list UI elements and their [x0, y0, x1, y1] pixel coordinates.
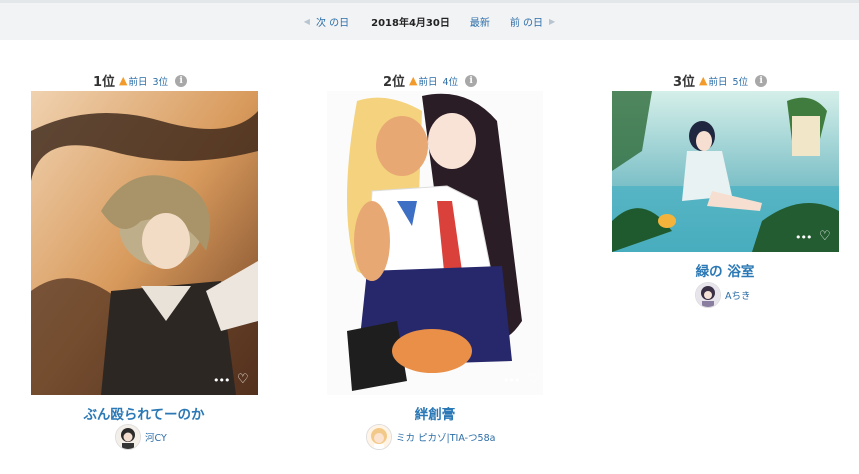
- author-1[interactable]: 河CY: [115, 424, 167, 450]
- artwork-thumbnail-2[interactable]: [327, 91, 543, 395]
- prev-day-rank-label: 前日: [418, 76, 438, 88]
- latest-link[interactable]: 最新: [470, 14, 490, 29]
- prev-day-label: 次 の日: [315, 18, 350, 29]
- rank-position: 1位: [93, 75, 116, 90]
- artwork-title-1[interactable]: ぶん殴られてーのか: [24, 403, 264, 423]
- prev-day-rank: 3位: [152, 76, 169, 88]
- rank-header-2: 2位 ▲ 前日 4位 i: [383, 71, 478, 90]
- author-3[interactable]: Aちき: [695, 282, 751, 308]
- author-name: 河CY: [145, 433, 167, 444]
- avatar: [115, 424, 141, 450]
- arrow-up-icon: ▲: [119, 74, 128, 87]
- prev-day-rank-label: 前日: [128, 76, 148, 88]
- prev-day-rank: 4位: [442, 76, 459, 88]
- author-name: Aちき: [725, 291, 751, 302]
- more-dots-icon[interactable]: •••: [503, 374, 520, 387]
- next-day-label: 前 の日: [509, 18, 544, 29]
- info-icon[interactable]: i: [175, 74, 188, 87]
- triangle-right-icon: ▶: [549, 17, 556, 26]
- author-name: ミカ ピカゾ|TIA-つ58a: [396, 433, 496, 444]
- triangle-left-icon: ◀: [303, 17, 310, 26]
- artwork-title-2[interactable]: 絆創膏: [315, 403, 555, 423]
- arrow-up-icon: ▲: [699, 74, 708, 87]
- arrow-up-icon: ▲: [409, 74, 418, 87]
- author-2[interactable]: ミカ ピカゾ|TIA-つ58a: [366, 424, 495, 450]
- heart-icon[interactable]: ♡: [237, 372, 249, 387]
- next-day-link[interactable]: 前 の日 ▶: [510, 14, 555, 29]
- artwork-thumbnail-1[interactable]: [31, 91, 258, 395]
- info-icon[interactable]: i: [465, 74, 478, 87]
- date-navigation-bar: ◀ 次 の日 2018年4月30日 最新 前 の日 ▶: [0, 3, 859, 40]
- heart-icon[interactable]: ♡: [819, 229, 831, 244]
- heart-icon[interactable]: ♡: [528, 372, 540, 387]
- rank-position: 3位: [673, 75, 696, 90]
- artwork-title-3[interactable]: 緑の 浴室: [605, 260, 845, 280]
- avatar: [695, 282, 721, 308]
- more-dots-icon[interactable]: •••: [213, 374, 230, 387]
- prev-day-link[interactable]: ◀ 次 の日: [304, 14, 349, 29]
- current-date: 2018年4月30日: [371, 18, 450, 29]
- more-dots-icon[interactable]: •••: [795, 231, 812, 244]
- rank-position: 2位: [383, 75, 406, 90]
- rank-header-3: 3位 ▲ 前日 5位 i: [673, 71, 768, 90]
- artwork-thumbnail-3[interactable]: [612, 91, 839, 252]
- rank-header-1: 1位 ▲ 前日 3位 i: [93, 71, 188, 90]
- avatar: [366, 424, 392, 450]
- prev-day-rank-label: 前日: [708, 76, 728, 88]
- prev-day-rank: 5位: [732, 76, 749, 88]
- info-icon[interactable]: i: [755, 74, 768, 87]
